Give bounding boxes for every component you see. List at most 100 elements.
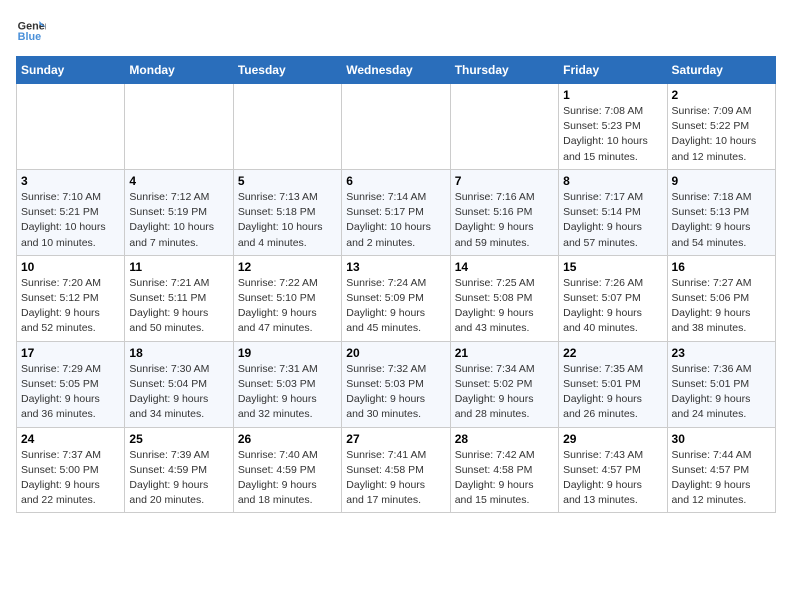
day-number: 17 bbox=[21, 346, 120, 360]
day-number: 14 bbox=[455, 260, 554, 274]
calendar-cell: 17 Sunrise: 7:29 AM Sunset: 5:05 PM Dayli… bbox=[17, 341, 125, 427]
calendar-cell: 21Sunrise: 7:34 AM Sunset: 5:02 PM Dayli… bbox=[450, 341, 558, 427]
day-info: Sunrise: 7:21 AM Sunset: 5:11 PM Dayligh… bbox=[129, 276, 228, 337]
calendar-cell: 9 Sunrise: 7:18 AM Sunset: 5:13 PM Daylig… bbox=[667, 169, 775, 255]
day-info: Sunrise: 7:26 AM Sunset: 5:07 PM Dayligh… bbox=[563, 276, 662, 337]
calendar-cell: 29 Sunrise: 7:43 AM Sunset: 4:57 PM Dayli… bbox=[559, 427, 667, 513]
day-info: Sunrise: 7:20 AM Sunset: 5:12 PM Dayligh… bbox=[21, 276, 120, 337]
day-info: Sunrise: 7:16 AM Sunset: 5:16 PM Dayligh… bbox=[455, 190, 554, 251]
calendar-cell bbox=[233, 84, 341, 170]
day-info: Sunrise: 7:42 AM Sunset: 4:58 PM Dayligh… bbox=[455, 448, 554, 509]
day-number: 24 bbox=[21, 432, 120, 446]
weekday-header-thursday: Thursday bbox=[450, 57, 558, 84]
day-number: 2 bbox=[672, 88, 771, 102]
day-number: 15 bbox=[563, 260, 662, 274]
day-info: Sunrise: 7:32 AM Sunset: 5:03 PM Dayligh… bbox=[346, 362, 445, 423]
calendar-cell: 30 Sunrise: 7:44 AM Sunset: 4:57 PM Dayli… bbox=[667, 427, 775, 513]
day-number: 12 bbox=[238, 260, 337, 274]
day-info: Sunrise: 7:29 AM Sunset: 5:05 PM Dayligh… bbox=[21, 362, 120, 423]
day-number: 20 bbox=[346, 346, 445, 360]
day-info: Sunrise: 7:13 AM Sunset: 5:18 PM Dayligh… bbox=[238, 190, 337, 251]
day-info: Sunrise: 7:27 AM Sunset: 5:06 PM Dayligh… bbox=[672, 276, 771, 337]
day-info: Sunrise: 7:17 AM Sunset: 5:14 PM Dayligh… bbox=[563, 190, 662, 251]
calendar-cell: 16 Sunrise: 7:27 AM Sunset: 5:06 PM Dayli… bbox=[667, 255, 775, 341]
logo: General Blue bbox=[16, 16, 46, 46]
calendar-cell: 20 Sunrise: 7:32 AM Sunset: 5:03 PM Dayli… bbox=[342, 341, 450, 427]
day-number: 10 bbox=[21, 260, 120, 274]
day-number: 23 bbox=[672, 346, 771, 360]
calendar-cell: 6Sunrise: 7:14 AM Sunset: 5:17 PM Daylig… bbox=[342, 169, 450, 255]
day-number: 7 bbox=[455, 174, 554, 188]
day-number: 27 bbox=[346, 432, 445, 446]
day-number: 25 bbox=[129, 432, 228, 446]
calendar-cell: 28 Sunrise: 7:42 AM Sunset: 4:58 PM Dayli… bbox=[450, 427, 558, 513]
calendar-cell: 12 Sunrise: 7:22 AM Sunset: 5:10 PM Dayli… bbox=[233, 255, 341, 341]
calendar-cell: 8 Sunrise: 7:17 AM Sunset: 5:14 PM Daylig… bbox=[559, 169, 667, 255]
week-row-3: 10 Sunrise: 7:20 AM Sunset: 5:12 PM Dayli… bbox=[17, 255, 776, 341]
day-info: Sunrise: 7:18 AM Sunset: 5:13 PM Dayligh… bbox=[672, 190, 771, 251]
calendar-cell: 27 Sunrise: 7:41 AM Sunset: 4:58 PM Dayli… bbox=[342, 427, 450, 513]
day-number: 6 bbox=[346, 174, 445, 188]
day-info: Sunrise: 7:10 AM Sunset: 5:21 PM Dayligh… bbox=[21, 190, 120, 251]
logo-icon: General Blue bbox=[16, 16, 46, 46]
day-info: Sunrise: 7:41 AM Sunset: 4:58 PM Dayligh… bbox=[346, 448, 445, 509]
calendar-cell bbox=[450, 84, 558, 170]
day-info: Sunrise: 7:39 AM Sunset: 4:59 PM Dayligh… bbox=[129, 448, 228, 509]
weekday-header-tuesday: Tuesday bbox=[233, 57, 341, 84]
day-info: Sunrise: 7:43 AM Sunset: 4:57 PM Dayligh… bbox=[563, 448, 662, 509]
day-info: Sunrise: 7:09 AM Sunset: 5:22 PM Dayligh… bbox=[672, 104, 771, 165]
week-row-2: 3 Sunrise: 7:10 AM Sunset: 5:21 PM Daylig… bbox=[17, 169, 776, 255]
weekday-header-friday: Friday bbox=[559, 57, 667, 84]
calendar-cell: 24 Sunrise: 7:37 AM Sunset: 5:00 PM Dayli… bbox=[17, 427, 125, 513]
svg-text:Blue: Blue bbox=[18, 31, 41, 43]
calendar-cell: 2 Sunrise: 7:09 AM Sunset: 5:22 PM Daylig… bbox=[667, 84, 775, 170]
day-number: 30 bbox=[672, 432, 771, 446]
day-info: Sunrise: 7:35 AM Sunset: 5:01 PM Dayligh… bbox=[563, 362, 662, 423]
header: General Blue bbox=[16, 16, 776, 46]
day-number: 3 bbox=[21, 174, 120, 188]
week-row-5: 24 Sunrise: 7:37 AM Sunset: 5:00 PM Dayli… bbox=[17, 427, 776, 513]
calendar-cell: 7 Sunrise: 7:16 AM Sunset: 5:16 PM Daylig… bbox=[450, 169, 558, 255]
calendar-cell: 25 Sunrise: 7:39 AM Sunset: 4:59 PM Dayli… bbox=[125, 427, 233, 513]
day-number: 19 bbox=[238, 346, 337, 360]
day-info: Sunrise: 7:44 AM Sunset: 4:57 PM Dayligh… bbox=[672, 448, 771, 509]
day-number: 8 bbox=[563, 174, 662, 188]
day-number: 26 bbox=[238, 432, 337, 446]
weekday-header-monday: Monday bbox=[125, 57, 233, 84]
day-number: 16 bbox=[672, 260, 771, 274]
day-number: 21 bbox=[455, 346, 554, 360]
calendar-table: SundayMondayTuesdayWednesdayThursdayFrid… bbox=[16, 56, 776, 513]
calendar-cell bbox=[342, 84, 450, 170]
weekday-header-saturday: Saturday bbox=[667, 57, 775, 84]
calendar-cell bbox=[125, 84, 233, 170]
day-info: Sunrise: 7:30 AM Sunset: 5:04 PM Dayligh… bbox=[129, 362, 228, 423]
day-info: Sunrise: 7:36 AM Sunset: 5:01 PM Dayligh… bbox=[672, 362, 771, 423]
calendar-cell: 13 Sunrise: 7:24 AM Sunset: 5:09 PM Dayli… bbox=[342, 255, 450, 341]
day-number: 28 bbox=[455, 432, 554, 446]
calendar-cell: 1Sunrise: 7:08 AM Sunset: 5:23 PM Daylig… bbox=[559, 84, 667, 170]
day-info: Sunrise: 7:22 AM Sunset: 5:10 PM Dayligh… bbox=[238, 276, 337, 337]
day-number: 22 bbox=[563, 346, 662, 360]
calendar-cell: 5 Sunrise: 7:13 AM Sunset: 5:18 PM Daylig… bbox=[233, 169, 341, 255]
day-number: 13 bbox=[346, 260, 445, 274]
week-row-1: 1Sunrise: 7:08 AM Sunset: 5:23 PM Daylig… bbox=[17, 84, 776, 170]
day-number: 9 bbox=[672, 174, 771, 188]
day-info: Sunrise: 7:08 AM Sunset: 5:23 PM Dayligh… bbox=[563, 104, 662, 165]
day-info: Sunrise: 7:37 AM Sunset: 5:00 PM Dayligh… bbox=[21, 448, 120, 509]
day-info: Sunrise: 7:24 AM Sunset: 5:09 PM Dayligh… bbox=[346, 276, 445, 337]
weekday-header-wednesday: Wednesday bbox=[342, 57, 450, 84]
calendar-cell: 22 Sunrise: 7:35 AM Sunset: 5:01 PM Dayli… bbox=[559, 341, 667, 427]
day-number: 5 bbox=[238, 174, 337, 188]
day-number: 18 bbox=[129, 346, 228, 360]
day-info: Sunrise: 7:12 AM Sunset: 5:19 PM Dayligh… bbox=[129, 190, 228, 251]
calendar-cell: 23 Sunrise: 7:36 AM Sunset: 5:01 PM Dayli… bbox=[667, 341, 775, 427]
day-number: 4 bbox=[129, 174, 228, 188]
day-number: 29 bbox=[563, 432, 662, 446]
calendar-cell: 14 Sunrise: 7:25 AM Sunset: 5:08 PM Dayli… bbox=[450, 255, 558, 341]
week-row-4: 17 Sunrise: 7:29 AM Sunset: 5:05 PM Dayli… bbox=[17, 341, 776, 427]
weekday-header-sunday: Sunday bbox=[17, 57, 125, 84]
day-info: Sunrise: 7:25 AM Sunset: 5:08 PM Dayligh… bbox=[455, 276, 554, 337]
calendar-cell: 11 Sunrise: 7:21 AM Sunset: 5:11 PM Dayli… bbox=[125, 255, 233, 341]
day-number: 11 bbox=[129, 260, 228, 274]
calendar-cell: 18 Sunrise: 7:30 AM Sunset: 5:04 PM Dayli… bbox=[125, 341, 233, 427]
